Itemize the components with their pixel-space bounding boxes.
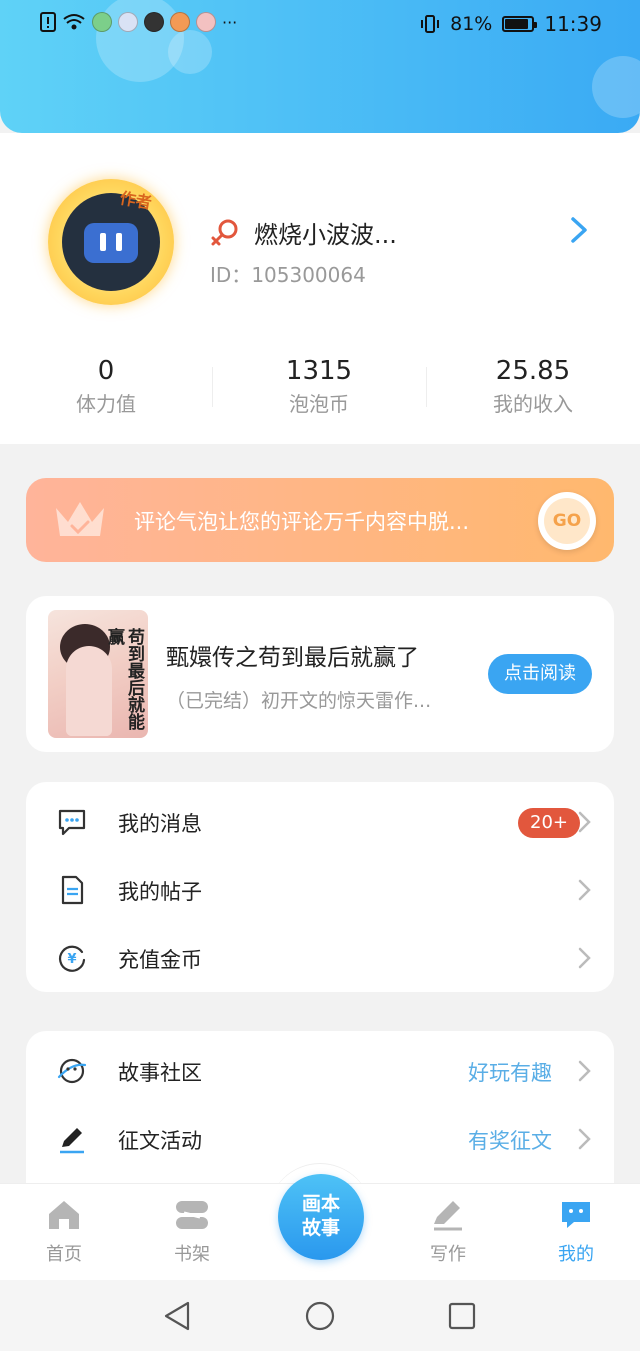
menu-item-recharge[interactable]: ¥ 充值金币 — [26, 922, 614, 990]
go-button[interactable]: GO — [538, 492, 596, 550]
stat-stamina[interactable]: 0 体力值 — [0, 353, 212, 419]
menu-item-story-community[interactable]: 故事社区 好玩有趣 — [26, 1035, 614, 1103]
chevron-right-icon — [578, 811, 591, 833]
avatar-character — [84, 223, 138, 263]
battery-icon — [502, 16, 538, 32]
user-nickname[interactable]: 燃烧小波波... — [254, 215, 397, 250]
tab-label: 书架 — [174, 1244, 210, 1265]
profile-section: 作者 燃烧小波波... ID：105300064 0 体力值 1315 泡泡币 … — [0, 133, 640, 444]
create-story-label-line1: 画本 — [301, 1193, 340, 1215]
menu-item-writing-contest[interactable]: 征文活动 有奖征文 — [26, 1103, 614, 1171]
avatar[interactable]: 作者 — [48, 179, 174, 305]
user-id-value: 105300064 — [251, 263, 366, 287]
alert-icon — [40, 12, 56, 32]
stats-row: 0 体力值 1315 泡泡币 25.85 我的收入 — [0, 353, 640, 423]
status-icons-left: ··· — [40, 12, 237, 32]
chevron-right-icon — [578, 879, 591, 901]
read-button[interactable]: 点击阅读 — [488, 654, 592, 694]
tab-bookshelf[interactable]: 书架 — [128, 1184, 256, 1281]
svg-text:¥: ¥ — [67, 952, 76, 967]
write-icon — [434, 1201, 462, 1231]
book-description: （已完结）初开文的惊天雷作... — [166, 690, 432, 712]
status-bar: ··· 81% 11:39 — [0, 0, 640, 52]
menu-item-label: 我的帖子 — [118, 880, 202, 904]
cover-illustration — [66, 646, 112, 736]
menu-item-hint: 好玩有趣 — [468, 1061, 552, 1085]
profile-bubble-icon — [562, 1202, 590, 1228]
recommended-book-card[interactable]: 苟到最后就能赢 甄嬛传之苟到最后就赢了 （已完结）初开文的惊天雷作... 点击阅… — [26, 596, 614, 752]
tab-label: 首页 — [46, 1244, 82, 1265]
app-notification-icon — [170, 12, 190, 32]
cover-title: 苟到最后就能赢 — [104, 628, 144, 730]
menu-item-label: 我的消息 — [118, 812, 202, 836]
vibrate-icon — [421, 15, 440, 33]
crown-icon — [56, 502, 104, 536]
menu-item-messages[interactable]: 我的消息 20+ — [26, 786, 614, 854]
stat-label: 体力值 — [76, 392, 136, 416]
user-id-label: ID： — [210, 263, 252, 287]
comment-bubble-banner[interactable]: 评论气泡让您的评论万千内容中脱... GO — [26, 478, 614, 562]
decorative-bubble — [592, 56, 640, 118]
stat-bubble-coins[interactable]: 1315 泡泡币 — [213, 353, 425, 419]
stat-value: 1315 — [285, 356, 353, 386]
planet-icon — [57, 1058, 87, 1084]
chevron-right-icon — [578, 947, 591, 969]
menu-item-hint: 有奖征文 — [468, 1129, 552, 1153]
home-circle-icon[interactable] — [304, 1300, 336, 1332]
stat-value: 0 — [97, 356, 115, 386]
menu-item-label: 故事社区 — [118, 1061, 202, 1085]
coin-icon: ¥ — [58, 945, 86, 972]
menu-item-label: 充值金币 — [118, 948, 202, 972]
menu-group-primary: 我的消息 20+ 我的帖子 ¥ 充值金币 — [26, 782, 614, 992]
tab-home[interactable]: 首页 — [0, 1184, 128, 1281]
back-icon[interactable] — [162, 1300, 194, 1332]
go-button-label: GO — [544, 498, 590, 544]
app-notification-icon — [144, 12, 164, 32]
female-icon — [211, 219, 238, 246]
battery-fill — [505, 19, 529, 29]
home-icon — [49, 1201, 79, 1229]
user-id: ID：105300064 — [210, 259, 366, 288]
book-cover[interactable]: 苟到最后就能赢 — [48, 610, 148, 738]
chevron-right-icon[interactable] — [566, 215, 592, 245]
create-story-label-line2: 故事 — [301, 1217, 340, 1239]
tab-mine[interactable]: 我的 — [512, 1184, 640, 1281]
chevron-right-icon — [578, 1128, 591, 1150]
header-background: ··· 81% 11:39 — [0, 0, 640, 133]
tab-label: 我的 — [558, 1244, 594, 1265]
battery-percent: 81% — [450, 13, 493, 35]
system-navigation-bar — [0, 1280, 640, 1351]
chevron-right-icon — [578, 1060, 591, 1082]
unread-badge: 20+ — [518, 808, 580, 838]
clock: 11:39 — [544, 12, 602, 36]
create-story-button[interactable]: 画本 故事 — [278, 1174, 364, 1260]
message-icon — [58, 809, 86, 836]
status-icons-right: 81% 11:39 — [420, 12, 602, 36]
recent-apps-icon[interactable] — [446, 1300, 478, 1332]
wifi-icon — [63, 14, 85, 30]
tab-write[interactable]: 写作 — [384, 1184, 512, 1281]
more-notifications-indicator: ··· — [222, 12, 238, 32]
stat-label: 泡泡币 — [289, 392, 349, 416]
music-notification-icon — [118, 12, 138, 32]
stat-income[interactable]: 25.85 我的收入 — [427, 353, 639, 419]
bookshelf-icon — [176, 1201, 208, 1229]
pen-icon — [60, 1128, 84, 1154]
stat-value: 25.85 — [495, 356, 571, 386]
menu-item-my-posts[interactable]: 我的帖子 — [26, 854, 614, 922]
banner-text: 评论气泡让您的评论万千内容中脱... — [134, 510, 470, 534]
stat-label: 我的收入 — [493, 392, 573, 416]
book-title: 甄嬛传之苟到最后就赢了 — [166, 645, 419, 671]
app-notification-icon — [196, 12, 216, 32]
app-notification-icon — [92, 12, 112, 32]
menu-item-label: 征文活动 — [118, 1129, 202, 1153]
document-icon — [61, 875, 84, 905]
tab-label: 写作 — [430, 1244, 466, 1265]
